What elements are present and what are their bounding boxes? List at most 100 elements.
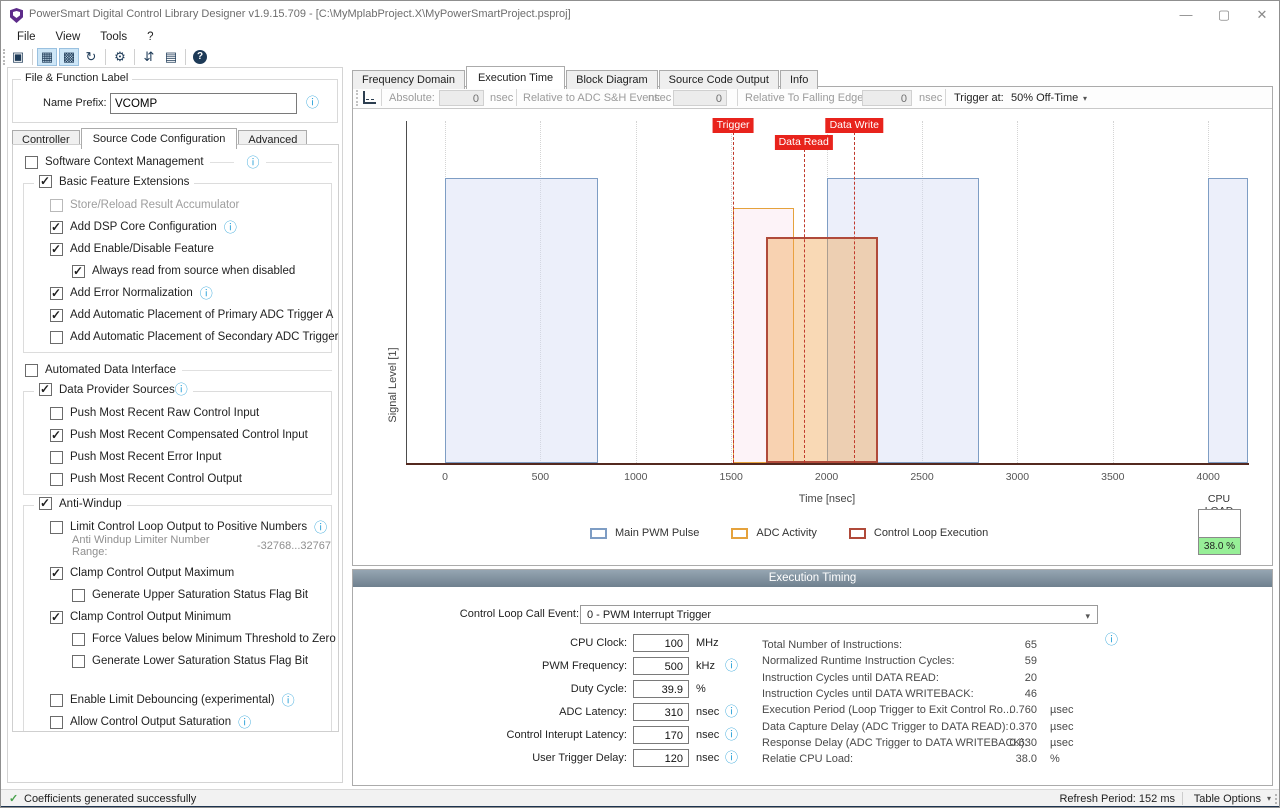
checkbox[interactable] — [50, 331, 63, 344]
main-pwm-pulse-pulse — [445, 178, 598, 463]
legend-swatch — [590, 528, 607, 539]
checkbox-label: Add Automatic Placement of Secondary ADC… — [70, 331, 339, 343]
info-icon[interactable]: ⓘ — [282, 694, 295, 707]
minimize-button[interactable]: — — [1167, 1, 1205, 28]
group-checkbox-label: Anti-Windup — [59, 498, 122, 510]
checkbox[interactable] — [39, 383, 52, 396]
maximize-button[interactable]: ▢ — [1205, 1, 1243, 28]
checkbox[interactable] — [50, 407, 63, 420]
checkbox[interactable] — [50, 451, 63, 464]
checkbox[interactable] — [50, 521, 63, 534]
gridline — [731, 121, 732, 463]
result-label: Normalized Runtime Instruction Cycles: — [762, 655, 955, 667]
info-icon[interactable]: ⓘ — [238, 716, 251, 729]
y-axis — [406, 121, 407, 463]
legend-label: Main PWM Pulse — [615, 527, 699, 539]
menu-file[interactable]: File — [7, 29, 46, 47]
settings-gear-icon[interactable]: ⚙ — [110, 48, 130, 66]
timing-result-row: Execution Period (Loop Trigger to Exit C… — [353, 703, 823, 719]
tab-frequency-domain[interactable]: Frequency Domain — [352, 70, 465, 89]
checkbox[interactable] — [72, 655, 85, 668]
x-tick-label: 0 — [425, 471, 465, 483]
close-button[interactable]: ✕ — [1243, 1, 1280, 28]
refresh-icon[interactable]: ↻ — [81, 48, 101, 66]
save-icon[interactable]: ▣ — [8, 48, 28, 66]
timing-result-row: Relatie CPU Load:38.0% — [353, 752, 823, 768]
info-icon[interactable]: ⓘ — [1105, 633, 1118, 646]
menu-bar: File View Tools ? — [7, 29, 164, 47]
checkbox[interactable] — [39, 497, 52, 510]
checkbox[interactable] — [72, 265, 85, 278]
app-logo-icon — [10, 8, 23, 23]
checkbox[interactable] — [50, 716, 63, 729]
checkbox-label: Push Most Recent Control Output — [70, 473, 242, 485]
checkbox[interactable] — [50, 221, 63, 234]
checkbox[interactable] — [50, 567, 63, 580]
divider — [210, 162, 234, 163]
tab-block-diagram[interactable]: Block Diagram — [566, 70, 658, 89]
checkbox-row: Force Values below Minimum Threshold to … — [24, 628, 331, 650]
toolbar-grip[interactable] — [3, 49, 7, 65]
marker-line — [733, 132, 734, 463]
marker-line — [804, 149, 805, 463]
tab-source-code-output[interactable]: Source Code Output — [659, 70, 779, 89]
table-clock-icon[interactable]: ▩ — [59, 48, 79, 66]
checkbox[interactable] — [72, 589, 85, 602]
app-window: PowerSmart Digital Control Library Desig… — [0, 0, 1280, 808]
checkbox[interactable] — [39, 175, 52, 188]
trigger-marker: Trigger — [713, 118, 754, 133]
checkbox[interactable] — [50, 243, 63, 256]
checkbox[interactable] — [50, 473, 63, 486]
result-unit: % — [1050, 753, 1060, 765]
checkbox-row: Allow Control Output Saturationⓘ — [24, 711, 331, 732]
name-prefix-label: Name Prefix: — [43, 97, 107, 109]
checkbox[interactable] — [50, 694, 63, 707]
tab-source-code-configuration[interactable]: Source Code Configuration — [81, 128, 238, 149]
checkbox[interactable] — [50, 429, 63, 442]
menu-view[interactable]: View — [46, 29, 91, 47]
checkbox-label: Store/Reload Result Accumulator — [70, 199, 239, 211]
info-icon[interactable]: ⓘ — [175, 383, 188, 396]
checkbox[interactable] — [50, 287, 63, 300]
info-icon[interactable]: ⓘ — [224, 221, 237, 234]
checkbox-row: Generate Lower Saturation Status Flag Bi… — [24, 650, 331, 672]
menu-tools[interactable]: Tools — [90, 29, 137, 47]
result-value: 38.0 — [987, 753, 1037, 765]
x-tick-label: 1000 — [616, 471, 656, 483]
result-value: 65 — [987, 639, 1037, 651]
checkbox-label: Enable Limit Debouncing (experimental) — [70, 694, 275, 706]
timing-result-row: Instruction Cycles until DATA READ:20 — [353, 671, 823, 687]
tab-execution-time[interactable]: Execution Time — [466, 66, 565, 89]
checkbox-label: Clamp Control Output Minimum — [70, 611, 231, 623]
checkbox[interactable] — [25, 364, 38, 377]
export-code-icon[interactable]: ⇵ — [139, 48, 159, 66]
group-checkbox-label: Data Provider Sources — [59, 384, 175, 396]
info-icon[interactable]: ⓘ — [200, 287, 213, 300]
data-read-marker: Data Read — [775, 135, 833, 150]
call-event-select[interactable]: 0 - PWM Interrupt Trigger ▾ — [580, 605, 1098, 624]
info-icon[interactable]: ⓘ — [247, 156, 260, 169]
status-message: Coefficients generated successfully — [24, 793, 196, 805]
checkbox[interactable] — [50, 611, 63, 624]
resize-grip[interactable] — [1269, 794, 1277, 804]
x-axis — [406, 463, 1249, 465]
info-icon[interactable]: ⓘ — [306, 96, 319, 109]
chart-legend: Main PWM PulseADC ActivityControl Loop E… — [590, 527, 1020, 539]
help-icon[interactable]: ? — [190, 48, 210, 66]
checkbox[interactable] — [50, 199, 63, 212]
checkbox[interactable] — [50, 309, 63, 322]
checkbox-row: Push Most Recent Compensated Control Inp… — [24, 424, 331, 446]
checkbox[interactable] — [72, 633, 85, 646]
checkbox-row: Push Most Recent Error Input — [24, 446, 331, 468]
table-view-icon[interactable]: ▦ — [37, 48, 57, 66]
menu-help[interactable]: ? — [137, 29, 163, 47]
tab-info[interactable]: Info — [780, 70, 818, 89]
table-options-button[interactable]: Table Options — [1194, 793, 1261, 805]
checkbox[interactable] — [25, 156, 38, 169]
import-config-icon[interactable]: ▤ — [161, 48, 181, 66]
info-icon[interactable]: ⓘ — [314, 521, 327, 534]
name-prefix-input[interactable] — [110, 93, 297, 114]
x-axis-label: Time [nsec] — [799, 493, 855, 505]
checkbox-row: Clamp Control Output Minimum — [24, 606, 331, 628]
checkbox-row: Generate Upper Saturation Status Flag Bi… — [24, 584, 331, 606]
